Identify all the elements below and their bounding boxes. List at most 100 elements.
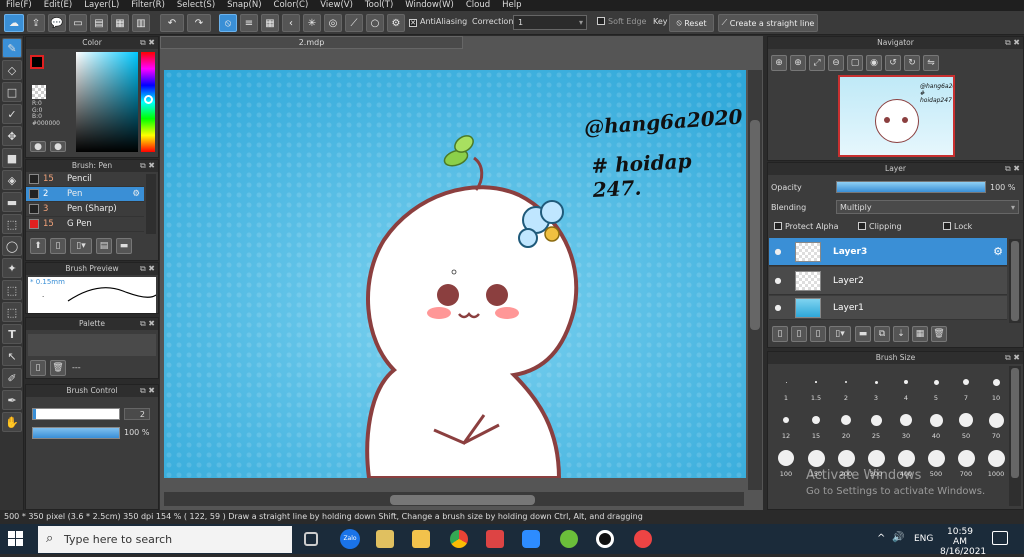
menu-item[interactable]: Color(C) [268,0,315,11]
protect-alpha-checkbox[interactable]: Protect Alpha [774,222,839,231]
brush-doc-icon[interactable]: ▤ [96,238,112,254]
horizontal-scroll-thumb[interactable] [390,495,535,505]
menu-item[interactable]: Tool(T) [359,0,399,11]
zoom-in-2-icon[interactable]: ⊕ [790,55,806,71]
brush-size-option[interactable]: 2 [832,370,860,410]
antialiasing-checkbox[interactable]: AntiAliasing [409,17,467,27]
clipping-checkbox[interactable]: Clipping [858,222,902,231]
brush-size-option[interactable]: 15 [802,408,830,448]
brush-size-value[interactable]: 2 [124,408,150,420]
volume-icon[interactable]: 🔊 [892,532,904,543]
menu-item[interactable]: File(F) [0,0,38,11]
brush-size-option[interactable]: 20 [832,408,860,448]
brush-size-option[interactable]: 25 [862,408,890,448]
gear-icon[interactable]: ⚙ [993,245,1003,258]
brush-new-icon[interactable]: ▯ [50,238,66,254]
new-layer-2-icon[interactable]: ▯ [791,326,807,342]
move-tool-icon[interactable]: ✥ [2,126,22,146]
straight-line-button[interactable]: ⟋ Create a straight line [718,14,818,32]
layer-row-layer3[interactable]: ● Layer3 ⚙ [769,238,1007,266]
chrome-icon[interactable] [450,530,468,548]
snap-grid-icon[interactable]: ▦ [261,14,279,32]
layer-type-icon[interactable]: ▯▾ [829,326,851,342]
rotate-right-icon[interactable]: ↻ [904,55,920,71]
language-indicator[interactable]: ENG [914,534,933,544]
snap-settings-icon[interactable]: ⚙ [387,14,405,32]
menu-item[interactable]: Cloud [460,0,496,11]
fit-icon[interactable]: ⤢ [809,55,825,71]
chevron-up-icon[interactable]: ^ [877,533,885,544]
document-tab[interactable]: 2.mdp [160,36,463,49]
soft-edge-checkbox[interactable]: Soft Edge [597,17,646,26]
visibility-icon[interactable]: ● [769,247,787,256]
eyedropper-tool-icon[interactable]: ✐ [2,368,22,388]
brush-size-option[interactable]: 70 [982,408,1010,448]
palette-new-icon[interactable]: ▯ [30,360,46,376]
snap-curve-icon[interactable]: ⟋ [345,14,363,32]
gradient-tool-icon[interactable]: ▬ [2,192,22,212]
transparent-swatch[interactable] [32,85,46,99]
redo-icon[interactable]: ↷ [187,14,211,32]
taskbar-search[interactable]: ⌕ Type here to search [38,526,292,553]
brush-size-option[interactable]: 700 [952,446,980,486]
actual-size-icon[interactable]: ▢ [847,55,863,71]
new-layer-icon[interactable]: ▯ [772,326,788,342]
brush-duplicate-icon[interactable]: ▯▾ [70,238,92,254]
fill-rect-tool-icon[interactable]: ■ [2,148,22,168]
drawing-canvas[interactable]: @hang6a2020 # hoidap 247. [164,70,746,478]
new-layer-3-icon[interactable]: ▯ [810,326,826,342]
color-add-icon[interactable]: ● [50,141,66,152]
brush-size-option[interactable]: 12 [772,408,800,448]
merge-layer-icon[interactable]: ⇣ [893,326,909,342]
brush-size-option[interactable]: 5 [922,370,950,410]
visibility-icon[interactable]: ● [769,303,787,312]
snap-perspective-icon[interactable]: ‹ [282,14,300,32]
menu-item[interactable]: View(V) [314,0,359,11]
brush-folder-icon[interactable]: ▬ [116,238,132,254]
brush-size-scrollbar[interactable] [1009,366,1021,506]
brush-size-option[interactable]: 40 [922,408,950,448]
correction-select[interactable]: 1 ▾ [513,15,587,30]
snap-radial-icon[interactable]: ✳ [303,14,321,32]
brush-size-option[interactable]: 1000 [982,446,1010,486]
operation-tool-icon[interactable]: ↖ [2,346,22,366]
brush-item[interactable]: 2 Pen ⚙ [26,187,144,202]
vertical-scroll-thumb[interactable] [750,120,760,330]
speech-bubble-icon[interactable]: 💬 [48,14,66,32]
blending-select[interactable]: Multiply ▾ [836,200,1019,214]
snap-off-icon[interactable]: ⦸ [219,14,237,32]
layer-list-scrollbar[interactable] [1009,239,1021,323]
brush-tool-icon[interactable]: ✎ [2,38,22,58]
brush-item[interactable]: 15 Pencil [26,172,144,187]
delete-layer-icon[interactable]: 🗑 [931,326,947,342]
layer-row-layer1[interactable]: ● Layer1 [769,296,1007,320]
record-icon[interactable] [596,530,614,548]
brush-size-option[interactable]: 4 [892,370,920,410]
menu-item[interactable]: Help [496,0,527,11]
pen-tool-icon[interactable]: ✒ [2,390,22,410]
menu-item[interactable]: Snap(N) [221,0,267,11]
menu-item[interactable]: Filter(R) [125,0,171,11]
brush-size-option[interactable]: 1.5 [802,370,830,410]
grid-icon[interactable]: ▥ [132,14,150,32]
select-eraser-tool-icon[interactable]: ⬚ [2,302,22,322]
brush-size-option[interactable]: 30 [892,408,920,448]
zoom-icon[interactable] [522,530,540,548]
brush-size-slider[interactable] [32,408,120,420]
color-mode-icon[interactable]: ● [30,141,46,152]
file-explorer-icon[interactable] [412,530,430,548]
text-tool-icon[interactable]: T [2,324,22,344]
layer-folder-icon[interactable]: ▬ [855,326,871,342]
app-icon[interactable] [486,530,504,548]
reset-button[interactable]: ⦸ Reset [669,14,714,32]
document-icon[interactable]: ▤ [90,14,108,32]
menu-item[interactable]: Layer(L) [78,0,125,11]
firealpaca-icon[interactable] [634,530,652,548]
palette-swatches[interactable] [28,334,156,356]
brush-item[interactable]: 15 G Pen [26,217,144,232]
snap-concentric-icon[interactable]: ◎ [324,14,342,32]
windows-start-icon[interactable] [8,531,24,547]
brush-size-option[interactable]: 1 [772,370,800,410]
bucket-tool-icon[interactable]: ◈ [2,170,22,190]
brush-size-option[interactable]: 7 [952,370,980,410]
